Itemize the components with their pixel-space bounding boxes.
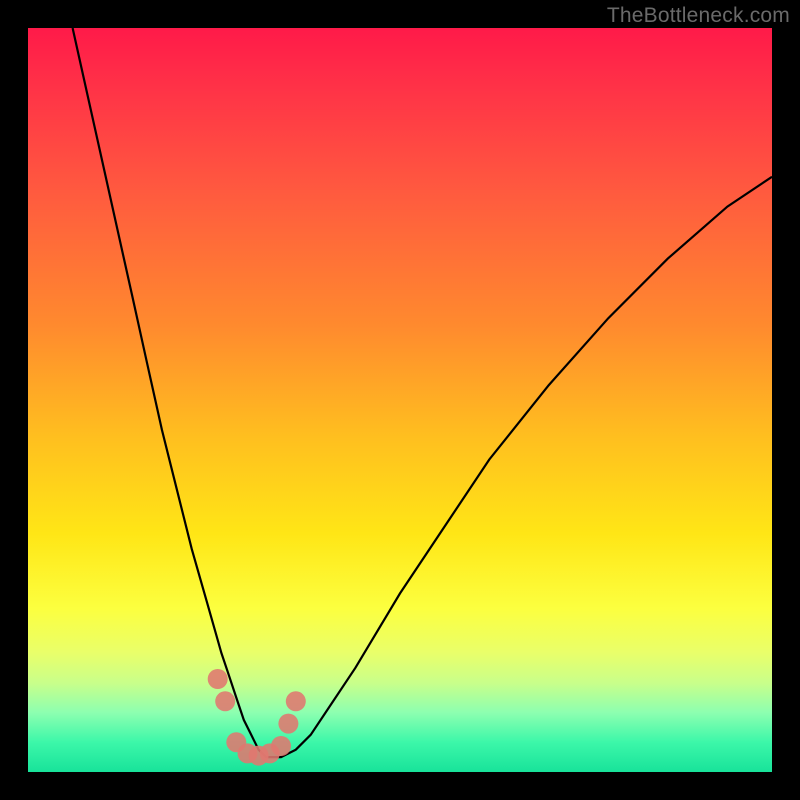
bottleneck-curve [73, 28, 772, 757]
plot-area [28, 28, 772, 772]
curve-svg [28, 28, 772, 772]
chart-frame: TheBottleneck.com [0, 0, 800, 800]
watermark-text: TheBottleneck.com [607, 4, 790, 28]
